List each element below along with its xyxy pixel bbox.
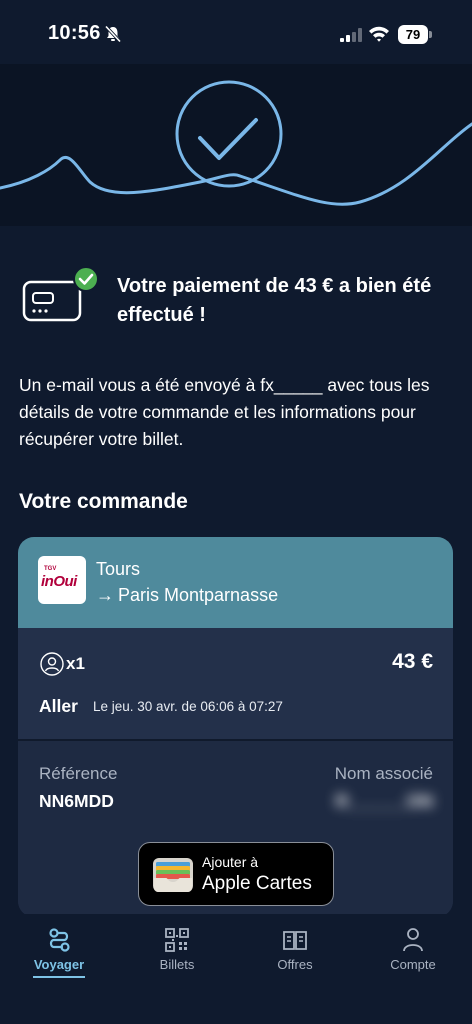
wallet-button-line2: Apple Cartes bbox=[202, 873, 312, 894]
destination-row: → Paris Montparnasse bbox=[96, 585, 278, 606]
wallet-button-line1: Ajouter à bbox=[202, 854, 259, 870]
wifi-icon bbox=[369, 26, 389, 42]
order-card: TGV inOui Tours → Paris Montparnasse x1 4… bbox=[18, 537, 453, 917]
arrow-right-icon: → bbox=[96, 585, 114, 605]
battery-level: 79 bbox=[405, 27, 421, 42]
tab-offres[interactable]: Offres bbox=[245, 926, 345, 972]
inoui-logo: TGV inOui bbox=[38, 556, 86, 604]
tab-voyager-label: Voyager bbox=[33, 957, 85, 972]
logo-inoui-text: inOui bbox=[41, 573, 77, 590]
payment-confirmation-title: Votre paiement de 43 € a bien été effect… bbox=[117, 275, 432, 326]
add-to-apple-wallet-button[interactable]: Ajouter à Apple Cartes bbox=[138, 842, 334, 906]
tab-offres-label: Offres bbox=[277, 957, 313, 972]
passenger-icon bbox=[40, 652, 64, 676]
tab-billets[interactable]: Billets bbox=[127, 926, 227, 972]
tab-compte[interactable]: Compte bbox=[363, 926, 463, 972]
tab-billets-label: Billets bbox=[159, 957, 195, 972]
checkmark-line-illustration bbox=[0, 80, 472, 206]
qr-code-icon bbox=[165, 928, 189, 952]
associated-name-label: Nom associé bbox=[334, 764, 433, 783]
origin-station: Tours bbox=[96, 559, 141, 579]
reference-value: NN6MDD bbox=[39, 791, 114, 811]
trip-direction: Aller bbox=[39, 696, 78, 716]
battery-nub bbox=[429, 31, 432, 38]
email-confirmation-text: Un e-mail vous a été envoyé à fx_____ av… bbox=[19, 375, 430, 449]
bell-off-icon bbox=[104, 25, 122, 43]
order-route-header: TGV inOui Tours → Paris Montparnasse bbox=[18, 537, 453, 628]
person-icon bbox=[403, 928, 423, 952]
order-price: 43 € bbox=[392, 650, 433, 673]
wallet-icon bbox=[153, 858, 193, 892]
reference-label: Référence bbox=[39, 764, 118, 783]
order-section-title: Votre commande bbox=[19, 490, 188, 513]
trip-details: x1 43 € Aller Le jeu. 30 avr. de 06:06 à… bbox=[18, 628, 453, 740]
credit-card-check-icon bbox=[22, 266, 99, 322]
tab-voyager[interactable]: Voyager bbox=[9, 926, 109, 978]
status-bar: 10:56 79 bbox=[0, 0, 472, 64]
route-icon bbox=[49, 928, 70, 952]
book-icon bbox=[283, 931, 307, 950]
reference-block: Référence NN6MDD Nom associé R______ON A… bbox=[18, 741, 453, 917]
status-time: 10:56 bbox=[48, 22, 101, 44]
battery-indicator: 79 bbox=[398, 25, 432, 44]
active-tab-indicator bbox=[33, 976, 85, 978]
destination-station: Paris Montparnasse bbox=[118, 585, 279, 605]
cellular-signal-icon bbox=[340, 28, 362, 42]
success-hero-banner bbox=[0, 64, 472, 226]
passenger-count: x1 bbox=[66, 654, 85, 673]
tab-compte-label: Compte bbox=[390, 957, 436, 972]
logo-tgv-text: TGV bbox=[44, 566, 57, 572]
trip-schedule: Le jeu. 30 avr. de 06:06 à 07:27 bbox=[93, 699, 283, 714]
bottom-tab-bar: Voyager Billets Offres Compte bbox=[0, 914, 472, 1024]
associated-name-value: R______ON bbox=[335, 791, 433, 811]
